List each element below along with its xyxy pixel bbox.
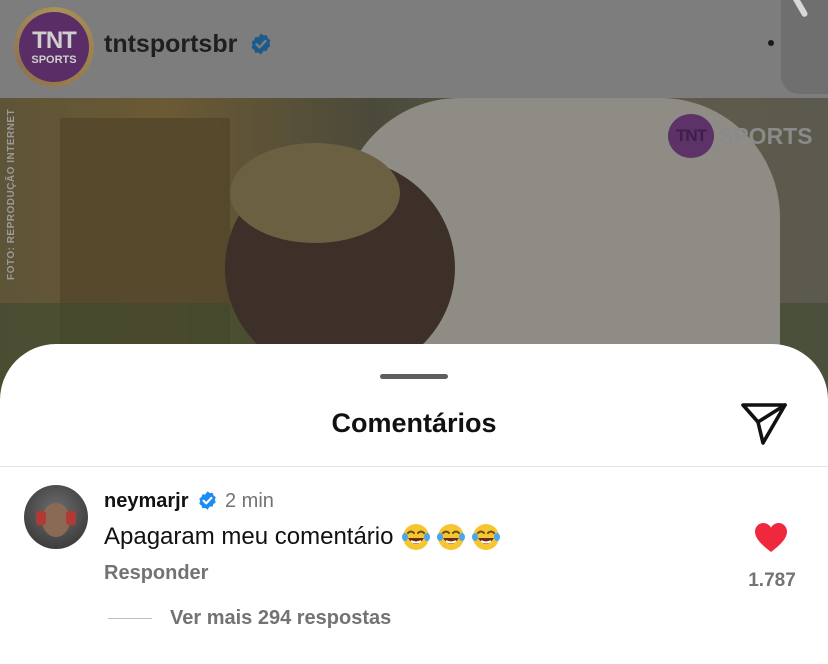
watermark-badge: TNT <box>668 114 714 158</box>
comments-sheet: Comentários neymarjr 2 min Apagaram meu … <box>0 344 828 664</box>
tnt-sports-watermark: TNT SPORTS <box>668 114 813 158</box>
verified-badge-icon <box>199 491 216 510</box>
commenter-avatar[interactable] <box>24 485 88 549</box>
reply-button[interactable]: Responder <box>104 562 208 585</box>
like-count: 1.787 <box>748 570 796 591</box>
comment-emojis <box>401 522 501 552</box>
commenter-username[interactable]: neymarjr <box>104 490 189 513</box>
comment-timestamp: 2 min <box>225 490 274 512</box>
account-avatar-logo: TNT SPORTS <box>19 12 89 82</box>
tears-of-joy-emoji-icon <box>437 524 466 550</box>
photo-player-hair <box>230 143 400 243</box>
avatar-logo-line2: SPORTS <box>31 53 77 66</box>
avatar-logo-line1: TNT <box>32 26 77 54</box>
sheet-title: Comentários <box>331 408 497 438</box>
view-more-replies-button[interactable]: Ver mais 294 respostas <box>170 607 391 630</box>
account-username[interactable]: tntsportsbr <box>104 30 237 59</box>
verified-badge-icon <box>251 33 271 55</box>
sheet-divider <box>0 466 828 467</box>
replies-divider-line <box>108 618 152 619</box>
sheet-drag-handle[interactable] <box>380 374 448 379</box>
tears-of-joy-emoji-icon <box>472 524 501 550</box>
photo-credit: FOTO: REPRODUÇÃO INTERNET <box>6 108 17 280</box>
avatar-hand-left <box>36 511 46 525</box>
tears-of-joy-emoji-icon <box>402 524 431 550</box>
overlay-corner-stroke <box>791 0 809 18</box>
comment-text: Apagaram meu comentário <box>104 522 501 552</box>
paper-plane-icon[interactable] <box>740 400 788 446</box>
more-dots-icon[interactable] <box>768 40 774 46</box>
heart-icon[interactable] <box>754 522 788 554</box>
post-header: TNT SPORTS tntsportsbr <box>0 0 828 98</box>
comment-body: Apagaram meu comentário <box>104 523 394 550</box>
watermark-word: SPORTS <box>718 122 813 149</box>
overlay-corner-control[interactable] <box>781 0 828 94</box>
avatar-hand-right <box>66 511 76 525</box>
account-avatar[interactable]: TNT SPORTS <box>14 7 94 87</box>
